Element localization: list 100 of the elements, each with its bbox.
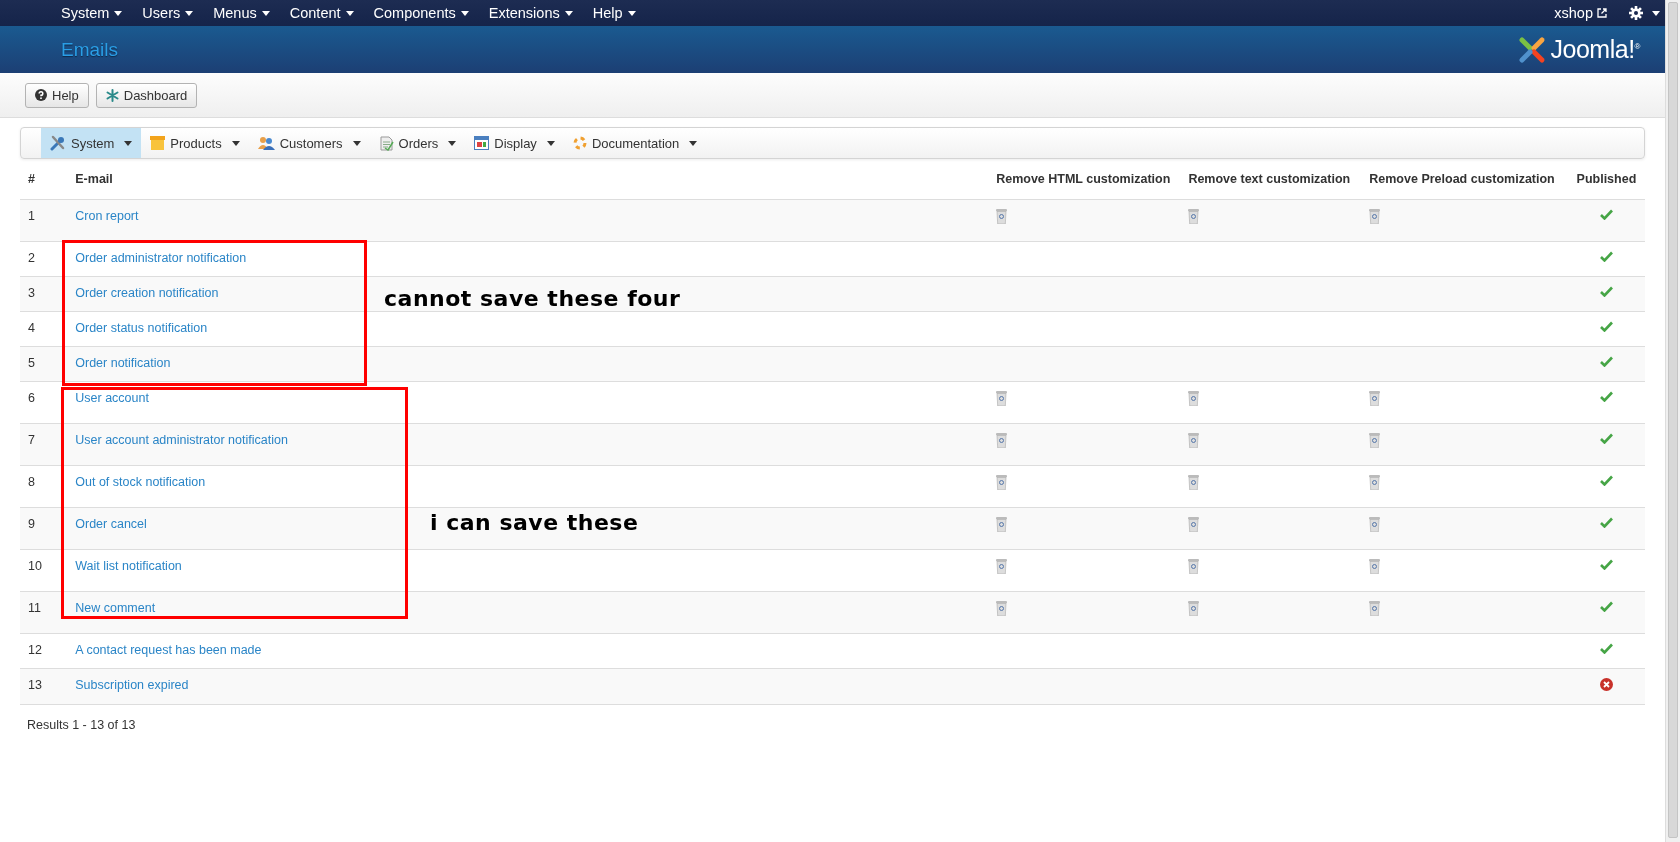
settings-icon xyxy=(1629,6,1643,20)
column-header: # xyxy=(20,159,68,200)
check-icon[interactable] xyxy=(1599,356,1613,367)
submenu-item[interactable]: System xyxy=(41,128,142,158)
trash-icon[interactable] xyxy=(1188,209,1200,224)
caret-icon xyxy=(185,10,194,16)
external-link-icon xyxy=(1597,8,1607,18)
submenu-item[interactable]: Orders xyxy=(369,128,466,158)
row-number: 1 xyxy=(20,199,68,242)
trash-icon[interactable] xyxy=(996,517,1008,532)
caret-icon xyxy=(231,140,240,146)
email-link[interactable]: Cron report xyxy=(75,209,139,223)
submenu-item[interactable]: Display xyxy=(465,128,564,158)
trash-icon[interactable] xyxy=(1369,433,1381,448)
caret-icon xyxy=(1652,10,1660,16)
asterisk-icon xyxy=(105,88,119,102)
menu-item[interactable]: Menus xyxy=(213,5,280,21)
email-link[interactable]: New comment xyxy=(75,601,156,615)
check-icon[interactable] xyxy=(1599,475,1613,486)
email-link[interactable]: User account xyxy=(75,391,149,405)
check-icon[interactable] xyxy=(1599,391,1613,402)
caret-icon xyxy=(114,10,123,16)
email-link[interactable]: Order status notification xyxy=(75,321,208,335)
caret-icon xyxy=(124,140,133,146)
caret-icon xyxy=(345,10,354,16)
annotation-text: cannot save these four xyxy=(384,286,681,311)
check-icon[interactable] xyxy=(1599,209,1613,220)
caret-icon xyxy=(460,10,469,16)
window-icon xyxy=(474,136,490,150)
results-count: Results 1 - 13 of 13 xyxy=(20,703,1645,745)
check-icon[interactable] xyxy=(1599,643,1613,654)
row-number: 11 xyxy=(20,591,68,634)
trash-icon[interactable] xyxy=(996,391,1008,406)
email-link[interactable]: A contact request has been made xyxy=(75,643,262,657)
caret-icon xyxy=(448,140,457,146)
trash-icon[interactable] xyxy=(1188,559,1200,574)
logo-icon xyxy=(1516,34,1547,65)
trash-icon[interactable] xyxy=(1369,209,1381,224)
row-number: 3 xyxy=(20,276,68,312)
trash-icon[interactable] xyxy=(1369,517,1381,532)
row-number: 5 xyxy=(20,346,68,382)
trash-icon[interactable] xyxy=(996,209,1008,224)
row-number: 13 xyxy=(20,668,68,704)
trash-icon[interactable] xyxy=(1369,559,1381,574)
email-link[interactable]: Order notification xyxy=(75,356,171,370)
settings-menu[interactable] xyxy=(1629,6,1660,20)
email-link[interactable]: Order cancel xyxy=(75,517,147,531)
lifebuoy-icon xyxy=(572,136,587,150)
submenu-item[interactable]: Documentation xyxy=(563,128,707,158)
check-icon[interactable] xyxy=(1599,433,1613,444)
check-icon[interactable] xyxy=(1599,517,1613,528)
menu-item[interactable]: Components xyxy=(373,5,479,21)
check-icon[interactable] xyxy=(1599,601,1613,612)
menu-item[interactable]: Content xyxy=(289,5,364,21)
column-header: Published xyxy=(1567,159,1645,200)
email-link[interactable]: Order administrator notification xyxy=(75,251,247,265)
trash-icon[interactable] xyxy=(1188,517,1200,532)
menu-item[interactable]: System xyxy=(61,5,133,21)
box-icon xyxy=(150,136,166,150)
caret-icon xyxy=(352,140,361,146)
email-link[interactable]: Wait list notification xyxy=(75,559,182,573)
email-link[interactable]: Order creation notification xyxy=(75,286,219,300)
column-header: Remove text customization xyxy=(1180,159,1362,200)
dashboard-button[interactable]: Dashboard xyxy=(95,82,198,108)
menu-item[interactable]: Help xyxy=(592,5,646,21)
trash-icon[interactable] xyxy=(996,433,1008,448)
trash-icon[interactable] xyxy=(996,601,1008,616)
annotation-text: i can save these xyxy=(430,510,639,535)
check-icon[interactable] xyxy=(1599,251,1613,262)
check-icon[interactable] xyxy=(1599,559,1613,570)
column-header: Remove Preload customization xyxy=(1361,159,1568,200)
trash-icon[interactable] xyxy=(996,559,1008,574)
menu-item[interactable]: Extensions xyxy=(488,5,583,21)
caret-icon xyxy=(689,140,698,146)
site-link[interactable]: xshop xyxy=(1554,5,1593,21)
document-icon xyxy=(378,135,394,151)
trash-icon[interactable] xyxy=(1369,475,1381,490)
email-link[interactable]: Subscription expired xyxy=(75,678,189,692)
trash-icon[interactable] xyxy=(996,475,1008,490)
check-icon[interactable] xyxy=(1599,286,1613,297)
unpublished-icon[interactable] xyxy=(1599,678,1613,691)
caret-icon xyxy=(627,10,636,16)
caret-icon xyxy=(564,10,573,16)
trash-icon[interactable] xyxy=(1188,475,1200,490)
email-link[interactable]: User account administrator notification xyxy=(75,433,288,447)
email-link[interactable]: Out of stock notification xyxy=(75,475,206,489)
submenu-item[interactable]: Products xyxy=(141,128,249,158)
check-icon[interactable] xyxy=(1599,321,1613,332)
trash-icon[interactable] xyxy=(1369,601,1381,616)
trash-icon[interactable] xyxy=(1188,433,1200,448)
trash-icon[interactable] xyxy=(1188,601,1200,616)
row-number: 7 xyxy=(20,423,68,466)
menu-item[interactable]: Users xyxy=(142,5,204,21)
row-number: 9 xyxy=(20,507,68,550)
trash-icon[interactable] xyxy=(1188,391,1200,406)
trash-icon[interactable] xyxy=(1369,391,1381,406)
submenu-item[interactable]: Customers xyxy=(248,128,370,158)
caret-icon xyxy=(261,10,270,16)
help-button[interactable]: Help xyxy=(25,82,89,108)
wrench-icon xyxy=(50,135,66,151)
